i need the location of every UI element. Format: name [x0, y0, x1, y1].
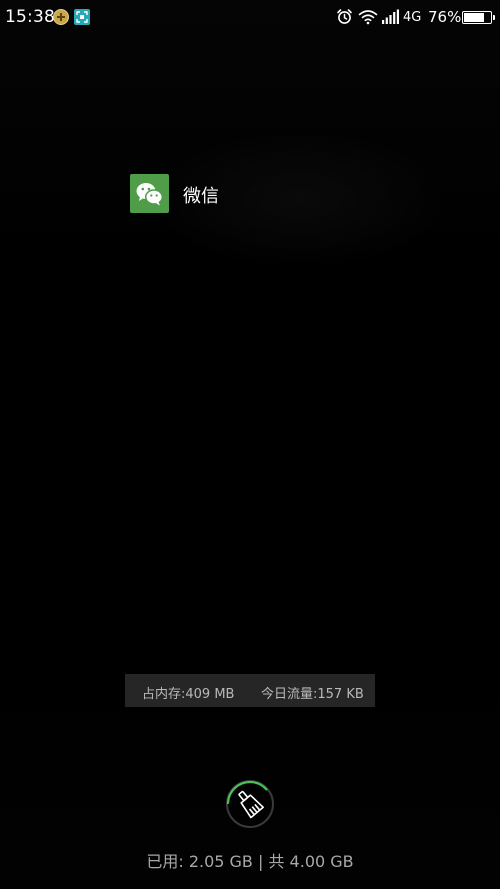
signal-icon: [382, 9, 400, 29]
data-usage-label: 今日流量:157 KB: [261, 687, 364, 702]
alarm-icon: [336, 8, 353, 29]
recent-apps-screen: 15:38 4G 76% 微信 占内存:409 MB 今日流量:157 KB 已…: [0, 0, 500, 889]
broom-icon: [226, 780, 274, 828]
notification-scan-icon: [74, 9, 90, 25]
status-time: 15:38: [5, 7, 55, 27]
recent-app-wechat[interactable]: 微信: [128, 172, 368, 216]
notification-plus-icon: [53, 9, 69, 25]
memory-usage-label: 占内存:409 MB: [142, 687, 235, 702]
wifi-icon: [358, 9, 378, 29]
status-bar: 15:38 4G 76%: [0, 0, 500, 34]
battery-icon: [462, 11, 495, 24]
storage-summary: 已用: 2.05 GB | 共 4.00 GB: [146, 852, 354, 871]
memory-info-bar: 占内存:409 MB 今日流量:157 KB: [125, 674, 375, 707]
network-type: 4G: [403, 10, 422, 25]
battery-level-fill: [464, 13, 484, 22]
app-name: 微信: [183, 186, 219, 207]
wechat-icon: [130, 174, 169, 213]
battery-percent: 76%: [428, 8, 462, 26]
clear-all-button[interactable]: [226, 780, 274, 828]
